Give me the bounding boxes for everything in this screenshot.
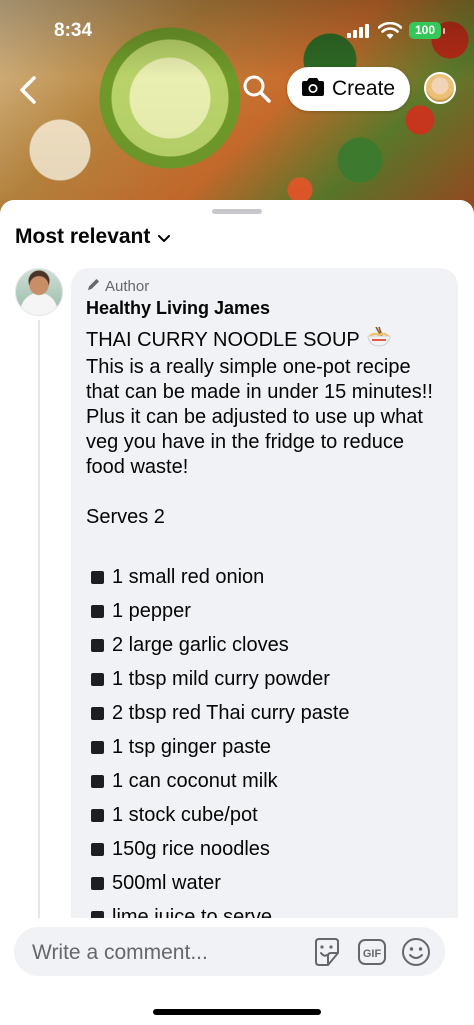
list-item: 1 can coconut milk bbox=[86, 764, 446, 798]
profile-avatar[interactable] bbox=[424, 72, 456, 104]
chevron-down-icon bbox=[158, 225, 171, 249]
bullet-square-icon bbox=[91, 706, 104, 720]
comments-sheet: Most relevant Author Healthy Living Jame… bbox=[0, 200, 474, 1025]
pen-icon bbox=[86, 277, 101, 296]
recipe-serves: Serves 2 bbox=[86, 506, 165, 528]
recipe-title: THAI CURRY NOODLE SOUP bbox=[86, 329, 360, 351]
list-item: 1 small red onion bbox=[86, 560, 446, 594]
camera-icon bbox=[301, 77, 324, 102]
search-icon bbox=[243, 75, 271, 103]
gif-label: GIF bbox=[363, 948, 382, 960]
comment-body: THAI CURRY NOODLE SOUP This is a really … bbox=[86, 326, 446, 934]
emoji-button[interactable] bbox=[400, 936, 432, 968]
bullet-square-icon bbox=[91, 740, 104, 754]
back-button[interactable] bbox=[14, 70, 44, 110]
create-button[interactable]: Create bbox=[287, 67, 410, 111]
recipe-intro: This is a really simple one-pot recipe t… bbox=[86, 356, 433, 478]
sticker-button[interactable] bbox=[311, 936, 343, 968]
sort-label: Most relevant bbox=[15, 225, 151, 248]
bullet-square-icon bbox=[91, 842, 104, 856]
bullet-square-icon bbox=[91, 774, 104, 788]
sort-dropdown[interactable]: Most relevant bbox=[15, 225, 171, 249]
list-item: 1 tsp ginger paste bbox=[86, 730, 446, 764]
noodle-bowl-icon bbox=[366, 326, 392, 355]
emoji-icon bbox=[402, 938, 430, 966]
author-badge-label: Author bbox=[105, 278, 150, 295]
chevron-left-icon bbox=[20, 76, 36, 104]
comment-author[interactable]: Healthy Living James bbox=[86, 298, 270, 319]
bullet-square-icon bbox=[91, 604, 104, 618]
bullet-square-icon bbox=[91, 808, 104, 822]
list-item: 500ml water bbox=[86, 866, 446, 900]
search-button[interactable] bbox=[240, 72, 274, 106]
ingredient-list: 1 small red onion 1 pepper 2 large garli… bbox=[86, 560, 446, 934]
bullet-square-icon bbox=[91, 570, 104, 584]
author-badge: Author bbox=[86, 277, 149, 296]
thread-line bbox=[38, 320, 40, 925]
list-item: 1 stock cube/pot bbox=[86, 798, 446, 832]
avatar[interactable] bbox=[15, 268, 63, 316]
comment-bubble[interactable]: Author Healthy Living James THAI CURRY N… bbox=[71, 268, 458, 948]
gif-button[interactable]: GIF bbox=[357, 937, 387, 967]
bullet-square-icon bbox=[91, 638, 104, 652]
signal-icon bbox=[347, 24, 371, 43]
sheet-grabber[interactable] bbox=[212, 209, 262, 214]
list-item: 1 pepper bbox=[86, 594, 446, 628]
list-item: 1 tbsp mild curry powder bbox=[86, 662, 446, 696]
wifi-icon bbox=[377, 21, 403, 45]
status-time: 8:34 bbox=[54, 20, 93, 41]
sticker-icon bbox=[315, 938, 339, 966]
comment-composer: GIF bbox=[14, 927, 445, 978]
list-item: 2 tbsp red Thai curry paste bbox=[86, 696, 446, 730]
comment-input[interactable] bbox=[30, 927, 304, 978]
bullet-square-icon bbox=[91, 876, 104, 890]
bullet-square-icon bbox=[91, 672, 104, 686]
status-bar: 8:34 100 bbox=[0, 18, 474, 44]
home-indicator[interactable] bbox=[153, 1009, 321, 1015]
list-item: 150g rice noodles bbox=[86, 832, 446, 866]
battery-indicator: 100 bbox=[409, 22, 445, 39]
list-item: 2 large garlic cloves bbox=[86, 628, 446, 662]
create-label: Create bbox=[331, 77, 396, 100]
gif-icon: GIF bbox=[358, 939, 386, 965]
